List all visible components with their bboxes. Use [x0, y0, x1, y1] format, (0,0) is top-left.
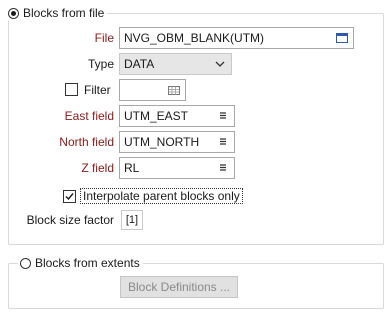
chevron-down-icon — [215, 61, 225, 67]
field-list-icon[interactable] — [216, 109, 230, 123]
z-field-label: Z field — [81, 161, 114, 175]
north-field-input[interactable]: UTM_NORTH — [119, 131, 235, 153]
north-field-value: UTM_NORTH — [124, 135, 200, 149]
filter-checkbox[interactable] — [65, 83, 78, 96]
north-field-label: North field — [59, 135, 114, 149]
type-select-value: DATA — [124, 57, 155, 71]
field-list-icon[interactable] — [216, 161, 230, 175]
filter-builder-icon[interactable] — [167, 83, 181, 97]
east-field-input[interactable]: UTM_EAST — [119, 105, 235, 127]
block-size-factor-input[interactable]: [1] — [121, 210, 143, 230]
blocks-from-file-label: Blocks from file — [23, 6, 105, 20]
interpolate-checkbox[interactable] — [63, 190, 76, 203]
interpolate-label: Interpolate parent blocks only — [80, 188, 243, 204]
file-browse-icon[interactable] — [335, 31, 349, 45]
blocks-from-extents-option[interactable]: Blocks from extents — [18, 255, 143, 271]
interpolate-label-wrap[interactable]: Interpolate parent blocks only — [80, 185, 243, 207]
field-list-icon[interactable] — [216, 135, 230, 149]
blocks-from-extents-label: Blocks from extents — [35, 256, 140, 270]
block-definitions-button[interactable]: Block Definitions ... — [120, 276, 238, 298]
east-field-value: UTM_EAST — [124, 109, 189, 123]
z-field-value: RL — [124, 161, 140, 175]
filter-input[interactable] — [119, 79, 186, 101]
z-field-input[interactable]: RL — [119, 157, 235, 179]
filter-label: Filter — [84, 83, 111, 97]
checkmark-icon — [65, 193, 74, 201]
blocks-from-extents-radio[interactable] — [20, 257, 31, 269]
type-label: Type — [87, 57, 114, 71]
east-field-label: East field — [64, 109, 114, 123]
blocks-from-file-option[interactable]: Blocks from file — [6, 5, 108, 21]
type-select[interactable]: DATA — [119, 53, 232, 75]
file-input[interactable]: NVG_OBM_BLANK(UTM) — [119, 27, 354, 49]
block-size-factor-label: Block size factor — [26, 213, 114, 227]
file-input-value: NVG_OBM_BLANK(UTM) — [124, 31, 265, 45]
blocks-from-file-radio[interactable] — [8, 7, 19, 19]
file-label: File — [94, 31, 114, 45]
